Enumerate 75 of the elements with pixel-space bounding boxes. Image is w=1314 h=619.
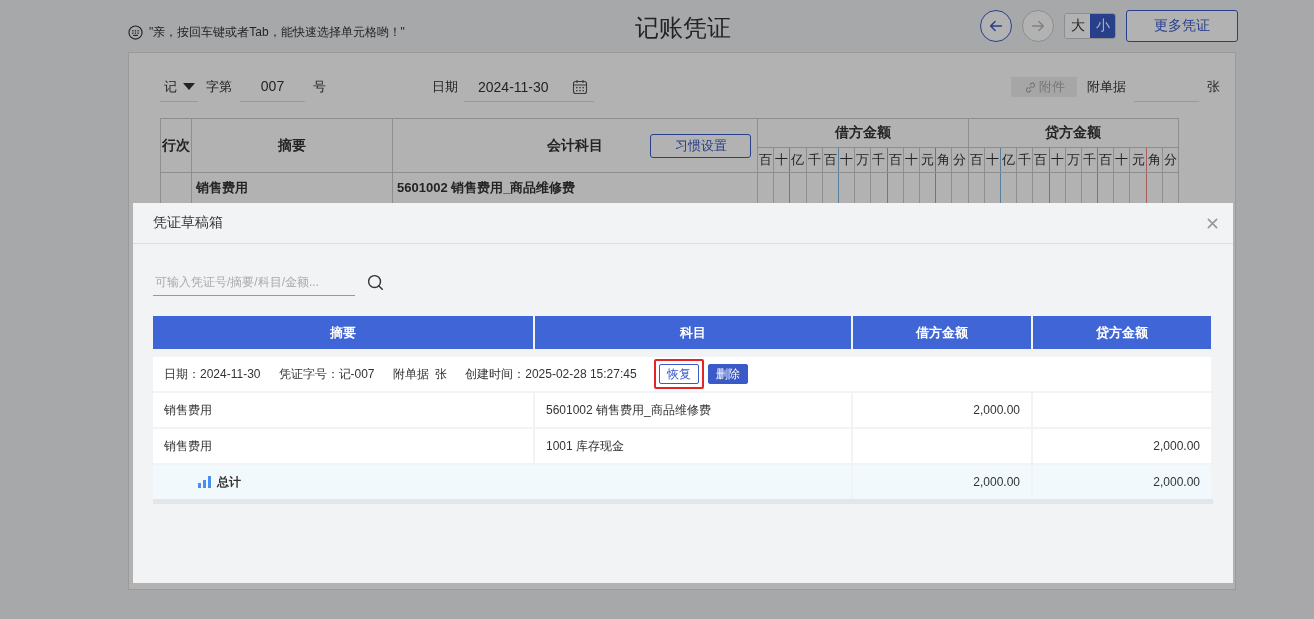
digit-unit: 百 bbox=[1032, 147, 1049, 173]
table-cell: 5601002 销售费用_商品维修费 bbox=[535, 393, 851, 427]
digit-unit: 十 bbox=[984, 147, 1001, 173]
digit-unit: 百 bbox=[1097, 147, 1114, 173]
summary-text: 销售费用 bbox=[196, 180, 248, 195]
digit-unit: 百 bbox=[822, 147, 839, 173]
date-field[interactable]: 2024-11-30 bbox=[464, 72, 594, 102]
table-cell: 2,000.00 bbox=[853, 393, 1031, 427]
draft-info-text: 附单据 张 bbox=[392, 365, 448, 383]
draft-info-text: 日期：2024-11-30 bbox=[164, 365, 261, 383]
field-label: 号 bbox=[313, 78, 326, 96]
digit-unit: 亿 bbox=[789, 147, 807, 173]
keyboard-icon bbox=[128, 24, 143, 40]
table-cell: 1001 库存现金 bbox=[535, 429, 851, 463]
column-header: 摘要 bbox=[191, 118, 393, 173]
table-cell: 2,000.00 bbox=[1033, 465, 1211, 499]
digit-unit: 十 bbox=[903, 147, 920, 173]
table-cell: 2,000.00 bbox=[1033, 429, 1211, 463]
field-label: 字第 bbox=[206, 78, 232, 96]
more-vouchers-button[interactable]: 更多凭证 bbox=[1126, 10, 1238, 42]
digit-unit: 元 bbox=[919, 147, 936, 173]
field-label: 日期 bbox=[432, 78, 458, 96]
link-icon bbox=[1023, 80, 1037, 94]
size-toggle-button[interactable]: 大 bbox=[1065, 14, 1090, 38]
bar-chart-icon bbox=[198, 476, 212, 488]
column-header: 会计科目 bbox=[547, 136, 603, 153]
field-label: 附单据 bbox=[1087, 78, 1126, 96]
digit-unit: 十 bbox=[773, 147, 790, 173]
draft-info-text: 创建时间：2025-02-28 15:27:45 bbox=[465, 365, 637, 383]
digit-unit: 千 bbox=[1081, 147, 1098, 173]
digit-unit: 元 bbox=[1129, 147, 1147, 173]
column-header: 行次 bbox=[160, 118, 192, 173]
digit-unit: 角 bbox=[935, 147, 952, 173]
digit-unit: 百 bbox=[887, 147, 904, 173]
search-icon[interactable] bbox=[367, 274, 384, 291]
column-header: 贷方金额 bbox=[968, 118, 1179, 148]
table-cell: 销售费用 bbox=[153, 429, 533, 463]
table-cell: 销售费用 bbox=[153, 393, 533, 427]
digit-unit: 千 bbox=[870, 147, 887, 173]
delete-button[interactable]: 删除 bbox=[707, 364, 748, 384]
calendar-icon bbox=[572, 78, 588, 95]
digit-unit: 万 bbox=[1065, 147, 1082, 173]
column-header: 科目 bbox=[535, 316, 851, 349]
digit-unit: 十 bbox=[1049, 147, 1066, 173]
field-label: 张 bbox=[1207, 78, 1220, 96]
number-field[interactable]: 007 bbox=[240, 72, 305, 102]
draft-info-text: 凭证字号：记-007 bbox=[278, 365, 375, 383]
close-icon[interactable] bbox=[1207, 217, 1218, 229]
digit-unit: 万 bbox=[854, 147, 871, 173]
digit-unit: 千 bbox=[1016, 147, 1033, 173]
restore-button[interactable]: 恢复 bbox=[658, 364, 699, 384]
size-toggle-button[interactable]: 小 bbox=[1090, 14, 1115, 38]
habit-settings-button[interactable]: 习惯设置 bbox=[650, 134, 751, 158]
voucher-word-select[interactable]: 记 bbox=[160, 72, 198, 102]
dialog-title: 凭证草稿箱 bbox=[153, 214, 223, 232]
digit-unit: 分 bbox=[951, 147, 969, 173]
total-label: 总计 bbox=[217, 474, 241, 491]
search-field[interactable]: 可输入凭证号/摘要/科目/金额... bbox=[153, 269, 355, 296]
back-button[interactable] bbox=[980, 10, 1012, 42]
column-header: 摘要 bbox=[153, 316, 533, 349]
digit-unit: 百 bbox=[968, 147, 985, 173]
account-text: 5601002 销售费用_商品维修费 bbox=[397, 180, 576, 195]
digit-unit: 百 bbox=[757, 147, 774, 173]
digit-unit: 十 bbox=[1113, 147, 1130, 173]
digit-unit: 亿 bbox=[1000, 147, 1017, 173]
hint-text: "亲，按回车键或者Tab，能快速选择单元格哟！" bbox=[149, 23, 405, 41]
column-header: 贷方金额 bbox=[1033, 316, 1211, 349]
digit-unit: 角 bbox=[1146, 147, 1163, 173]
digit-unit: 千 bbox=[806, 147, 823, 173]
column-header: 借方金额 bbox=[853, 316, 1031, 349]
digit-unit: 分 bbox=[1162, 147, 1179, 173]
column-header: 借方金额 bbox=[757, 118, 969, 148]
page-title: 记账凭证 bbox=[635, 13, 731, 43]
table-cell: 2,000.00 bbox=[853, 465, 1031, 499]
digit-unit: 十 bbox=[838, 147, 855, 173]
